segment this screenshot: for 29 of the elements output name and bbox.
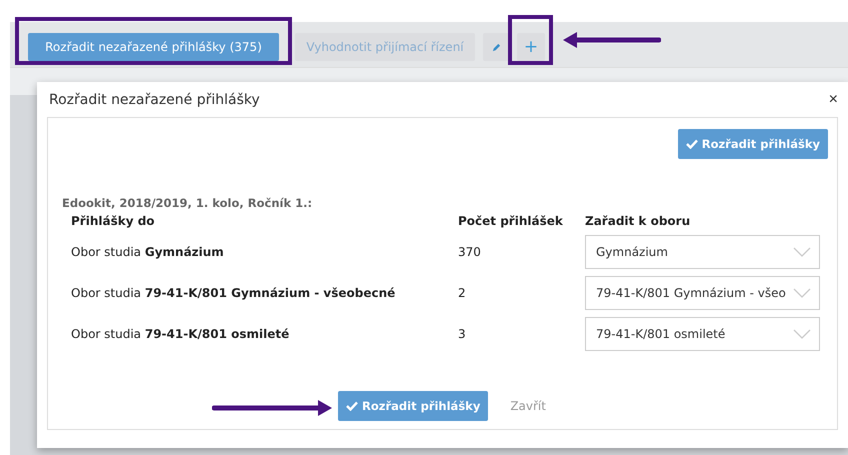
- add-button[interactable]: +: [517, 33, 545, 61]
- table-cell-text: Obor studia 79-41-K/801 Gymnázium - všeobecné: [71, 286, 396, 300]
- table-cell-text: Obor studia 79-41-K/801 osmileté: [71, 327, 290, 341]
- check-icon: [346, 401, 358, 411]
- table-cell-text: 2: [458, 286, 467, 300]
- edit-button[interactable]: [483, 33, 509, 61]
- close-link[interactable]: Zavřít: [504, 398, 552, 414]
- pencil-icon: [492, 42, 500, 52]
- submit-button[interactable]: Rozřadit přihlášky: [338, 391, 488, 421]
- toolbar-button[interactable]: Rozřadit nezařazené přihlášky (375): [28, 33, 279, 61]
- check-icon: [686, 139, 698, 149]
- dropdown-field[interactable]: 79-41-K/801 osmileté: [585, 317, 820, 351]
- chevron-icon: [793, 329, 811, 339]
- column-header: Zařadit k oboru: [585, 213, 692, 228]
- dialog-title: Rozřadit nezařazené přihlášky: [49, 92, 260, 108]
- dropdown-field[interactable]: Gymnázium: [585, 235, 820, 269]
- dropdown-field[interactable]: 79-41-K/801 Gymnázium - všeo: [585, 276, 820, 310]
- column-header: Počet přihlášek: [458, 213, 564, 228]
- table-cell-text: 370: [458, 245, 482, 259]
- toolbar-button[interactable]: Vyhodnotit přijímací řízení: [295, 33, 475, 61]
- table-cell-text: Obor studia Gymnázium: [71, 245, 225, 259]
- group-label: Edookit, 2018/2019, 1. kolo, Ročník 1.:: [62, 196, 314, 210]
- table-cell-text: 3: [458, 327, 467, 341]
- chevron-icon: [793, 247, 811, 257]
- chevron-icon: [793, 288, 811, 298]
- submit-button[interactable]: Rozřadit přihlášky: [678, 129, 828, 159]
- close-button[interactable]: ×: [826, 90, 840, 108]
- column-header: Přihlášky do: [71, 213, 156, 228]
- highlight-frame: [508, 15, 553, 65]
